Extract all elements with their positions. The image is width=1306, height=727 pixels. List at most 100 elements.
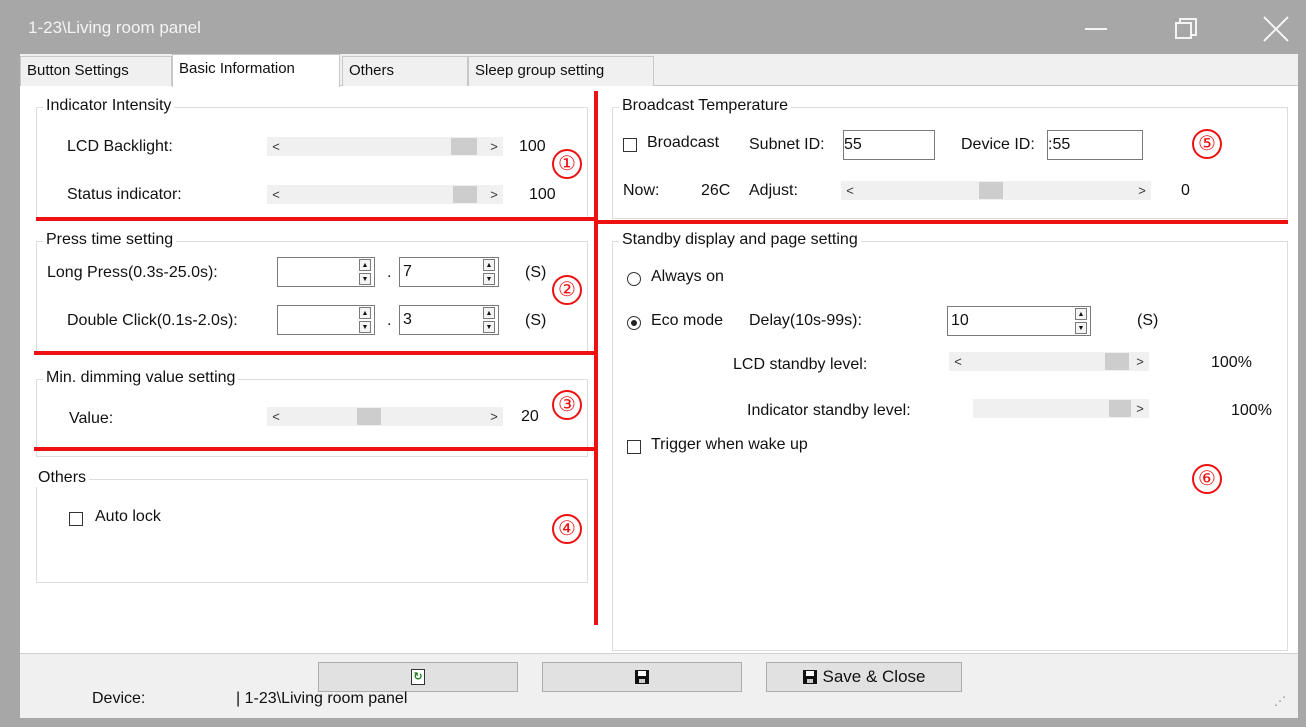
press-time-title: Press time setting <box>43 231 177 249</box>
always-on-radio[interactable] <box>627 272 641 286</box>
broadcast-label: Broadcast <box>647 134 720 151</box>
adjust-value: 0 <box>1181 182 1190 199</box>
min-dimming-title: Min. dimming value setting <box>43 369 239 387</box>
long-press-tenths-spinner[interactable]: ▲ ▼ <box>483 259 497 287</box>
dimming-value-label: Value: <box>69 410 114 427</box>
long-press-unit: (S) <box>525 264 547 281</box>
scroll-left-icon[interactable]: < <box>267 185 285 204</box>
broadcast-checkbox[interactable] <box>623 138 637 152</box>
auto-lock-checkbox[interactable] <box>69 512 83 526</box>
long-press-seconds-spinner[interactable]: ▲ ▼ <box>359 259 373 287</box>
standby-display-group: Standby display and page setting Always … <box>612 231 1288 651</box>
scroll-right-icon[interactable]: > <box>1133 181 1151 200</box>
scroll-left-icon[interactable]: < <box>949 352 967 371</box>
lcd-standby-level-slider[interactable]: < > <box>949 352 1149 371</box>
close-icon <box>1263 16 1289 42</box>
long-press-label: Long Press(0.3s-25.0s): <box>47 264 218 281</box>
trigger-wake-checkbox[interactable] <box>627 440 641 454</box>
min-dimming-group: Min. dimming value setting Value: < > 20 <box>36 369 588 457</box>
slider-thumb[interactable] <box>357 408 381 425</box>
slider-thumb[interactable] <box>453 186 477 203</box>
annotation-marker-4: ④ <box>552 514 582 544</box>
scroll-right-icon[interactable]: > <box>485 137 503 156</box>
annotation-divider-vertical <box>594 91 598 625</box>
title-bar[interactable]: 1-23\Living room panel <box>8 8 1306 50</box>
minimize-button[interactable] <box>1066 8 1126 50</box>
trigger-wake-label: Trigger when wake up <box>651 436 808 453</box>
close-button[interactable] <box>1246 8 1306 50</box>
save-icon <box>802 670 817 684</box>
device-id-input[interactable]: :55 <box>1047 130 1143 160</box>
scroll-right-icon[interactable]: > <box>485 185 503 204</box>
annotation-divider-2 <box>34 351 596 355</box>
slider-thumb[interactable] <box>1109 400 1131 417</box>
tab-sleep-group-setting[interactable]: Sleep group setting <box>468 56 654 86</box>
annotation-marker-2: ② <box>552 275 582 305</box>
lcd-standby-level-label: LCD standby level: <box>733 356 868 373</box>
scroll-left-icon[interactable]: < <box>841 181 859 200</box>
client-area: Button Settings Basic Information Others… <box>20 54 1298 718</box>
footer-bar: ↻ Save & Close Device: | 1-23\Living roo… <box>20 653 1298 718</box>
tab-button-settings[interactable]: Button Settings <box>20 56 172 86</box>
eco-mode-label: Eco mode <box>651 312 724 329</box>
refresh-button[interactable]: ↻ <box>318 662 518 692</box>
status-indicator-value: 100 <box>529 186 556 203</box>
status-indicator-label: Status indicator: <box>67 186 182 203</box>
slider-thumb[interactable] <box>979 182 1003 199</box>
adjust-slider[interactable]: < > <box>841 181 1151 200</box>
annotation-divider-1 <box>36 217 596 221</box>
slider-thumb[interactable] <box>1105 353 1129 370</box>
scroll-right-icon[interactable]: > <box>1131 399 1149 418</box>
indicator-intensity-group: Indicator Intensity LCD Backlight: < > 1… <box>36 97 588 219</box>
scroll-left-icon[interactable]: < <box>267 137 285 156</box>
save-button[interactable] <box>542 662 742 692</box>
indicator-standby-level-label: Indicator standby level: <box>747 402 911 419</box>
indicator-standby-level-value: 100% <box>1231 402 1272 419</box>
lcd-backlight-label: LCD Backlight: <box>67 138 173 155</box>
eco-mode-radio[interactable] <box>627 316 641 330</box>
dimming-value: 20 <box>521 408 539 425</box>
tab-others[interactable]: Others <box>342 56 468 86</box>
delay-label: Delay(10s-99s): <box>749 312 862 329</box>
scroll-right-icon[interactable]: > <box>1131 352 1149 371</box>
status-indicator-slider[interactable]: < > <box>267 185 503 204</box>
indicator-intensity-title: Indicator Intensity <box>43 97 175 115</box>
now-value: 26C <box>701 182 731 199</box>
slider-thumb[interactable] <box>451 138 477 155</box>
subnet-id-input[interactable]: 55 <box>843 130 935 160</box>
device-value: | 1-23\Living room panel <box>236 690 408 707</box>
window-title: 1-23\Living room panel <box>28 18 201 37</box>
indicator-standby-level-slider[interactable]: > <box>973 399 1149 418</box>
delay-input[interactable]: 10 <box>947 306 1091 336</box>
annotation-marker-6: ⑥ <box>1192 464 1222 494</box>
resize-grip-icon[interactable]: ⋰ <box>1274 694 1286 708</box>
auto-lock-label: Auto lock <box>95 508 161 525</box>
save-close-button[interactable]: Save & Close <box>766 662 962 692</box>
double-click-tenths-spinner[interactable]: ▲ ▼ <box>483 307 497 335</box>
restore-button[interactable] <box>1156 8 1216 50</box>
double-click-seconds-spinner[interactable]: ▲ ▼ <box>359 307 373 335</box>
tab-basic-information[interactable]: Basic Information <box>172 54 340 87</box>
annotation-marker-3: ③ <box>552 390 582 420</box>
scroll-left-icon[interactable]: < <box>267 407 285 426</box>
subnet-id-label: Subnet ID: <box>749 136 825 153</box>
restore-icon <box>1175 18 1197 39</box>
refresh-icon: ↻ <box>411 669 425 685</box>
decimal-dot: . <box>387 312 392 329</box>
scroll-right-icon[interactable]: > <box>485 407 503 426</box>
lcd-backlight-value: 100 <box>519 138 546 155</box>
delay-spinner[interactable]: ▲ ▼ <box>1075 308 1089 336</box>
basic-information-panel: Indicator Intensity LCD Backlight: < > 1… <box>20 87 1298 653</box>
lcd-backlight-slider[interactable]: < > <box>267 137 503 156</box>
device-label: Device: <box>92 690 146 707</box>
standby-display-title: Standby display and page setting <box>619 231 861 249</box>
others-group: Others Auto lock <box>35 469 588 583</box>
annotation-marker-5: ⑤ <box>1192 129 1222 159</box>
double-click-unit: (S) <box>525 312 547 329</box>
save-close-label: Save & Close <box>822 667 926 686</box>
broadcast-temperature-group: Broadcast Temperature Broadcast Subnet I… <box>612 97 1288 219</box>
annotation-divider-3 <box>34 447 596 451</box>
app-window: 1-23\Living room panel Button Settings B… <box>0 0 1306 727</box>
adjust-label: Adjust: <box>749 182 798 199</box>
dimming-value-slider[interactable]: < > <box>267 407 503 426</box>
